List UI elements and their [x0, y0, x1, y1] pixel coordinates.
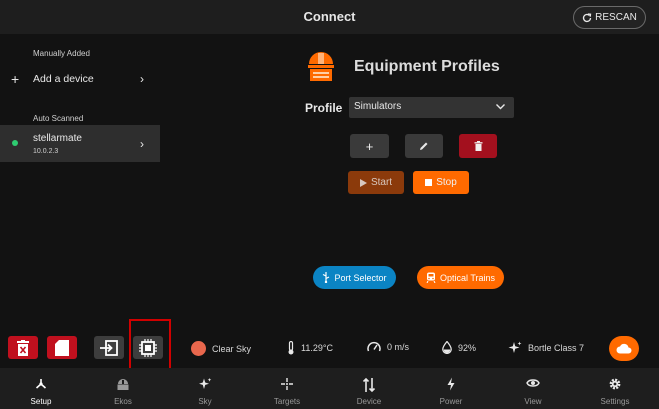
profile-label: Profile: [305, 101, 343, 115]
add-profile-button[interactable]: +: [350, 134, 389, 158]
start-label: Start: [370, 177, 393, 188]
login-icon: [100, 339, 118, 356]
nav-label: Power: [439, 397, 463, 406]
sparkle-icon: [199, 378, 212, 389]
login-button[interactable]: [94, 336, 124, 359]
device-item-stellarmate[interactable]: stellarmate 10.0.2.3 ›: [0, 125, 160, 162]
sparkle-icon: [508, 341, 522, 353]
bortle-value: Bortle Class 7: [528, 343, 585, 353]
nav-device[interactable]: Device: [328, 368, 410, 409]
sky-label: Clear Sky: [212, 343, 252, 354]
cloud-icon: [616, 343, 632, 354]
profile-selected-value: Simulators: [354, 101, 402, 112]
chevron-right-icon: ›: [140, 72, 144, 86]
wind-value: 0 m/s: [387, 342, 410, 352]
setup-icon: [35, 379, 47, 389]
bottom-nav: Setup Ekos Sky Targets Device Power View…: [0, 368, 659, 409]
wind-status: 0 m/s: [367, 341, 409, 353]
nav-targets[interactable]: Targets: [246, 368, 328, 409]
sd-card-button[interactable]: [47, 336, 77, 359]
humidity-value: 92%: [458, 342, 477, 353]
nav-label: Settings: [600, 397, 630, 406]
nav-setup[interactable]: Setup: [0, 368, 82, 409]
trash-icon: [474, 141, 482, 151]
nav-view[interactable]: View: [492, 368, 574, 409]
optical-trains-label: Optical Trains: [439, 272, 496, 283]
nav-label: View: [524, 397, 542, 406]
nav-power[interactable]: Power: [410, 368, 492, 409]
close-session-button[interactable]: [8, 336, 38, 359]
nav-sky[interactable]: Sky: [164, 368, 246, 409]
start-button[interactable]: Start: [348, 171, 404, 194]
stop-icon: [425, 179, 433, 186]
nav-ekos[interactable]: Ekos: [82, 368, 164, 409]
device-sidebar: Manually Added + Add a device › Auto Sca…: [0, 34, 160, 334]
chevron-right-icon: ›: [140, 137, 144, 151]
device-arrows-icon: [362, 377, 376, 393]
add-device-label: Add a device: [33, 73, 94, 85]
sky-condition-icon: [191, 341, 206, 356]
manual-section-label: Manually Added: [33, 49, 90, 58]
cloud-button[interactable]: [609, 336, 639, 361]
port-selector-button[interactable]: Port Selector: [313, 266, 396, 289]
temperature-status: 11.29°C: [287, 341, 333, 355]
sky-status: Clear Sky: [191, 341, 251, 356]
temperature-value: 11.29°C: [301, 343, 333, 353]
plus-icon: +: [11, 71, 20, 87]
crosshair-icon: [281, 378, 293, 390]
pencil-icon: [420, 142, 428, 150]
thermometer-icon: [288, 341, 294, 355]
edit-profile-button[interactable]: [405, 134, 443, 158]
nav-label: Sky: [198, 397, 212, 406]
nav-label: Setup: [30, 397, 52, 406]
sd-card-icon: [55, 339, 69, 356]
auto-section-label: Auto Scanned: [33, 114, 84, 123]
nav-label: Ekos: [114, 397, 132, 406]
add-device-item[interactable]: + Add a device ›: [0, 65, 160, 95]
observatory-icon: [308, 52, 334, 81]
ekos-icon: [117, 379, 129, 390]
header: Connect RESCAN: [0, 0, 659, 34]
usb-icon: [323, 272, 330, 283]
optical-trains-button[interactable]: Optical Trains: [417, 266, 504, 289]
train-icon: [426, 272, 436, 283]
speedometer-icon: [367, 341, 381, 352]
profile-select[interactable]: Simulators: [349, 97, 514, 118]
online-status-icon: [12, 140, 18, 146]
humidity-status: 92%: [442, 341, 476, 354]
delete-profile-button[interactable]: [459, 134, 497, 158]
stop-button[interactable]: Stop: [413, 171, 469, 194]
device-name: stellarmate: [33, 133, 82, 144]
nav-label: Targets: [273, 397, 301, 406]
refresh-icon: [583, 12, 592, 22]
page-title: Connect: [303, 9, 356, 24]
bolt-icon: [447, 377, 455, 391]
chevron-down-icon: [496, 104, 505, 110]
device-ip: 10.0.2.3: [33, 148, 59, 155]
selection-highlight: [129, 319, 171, 374]
delete-x-icon: [17, 339, 29, 356]
eye-icon: [526, 379, 540, 387]
equipment-profiles-title: Equipment Profiles: [354, 58, 500, 75]
port-selector-label: Port Selector: [334, 272, 387, 283]
play-icon: [359, 178, 367, 187]
plus-icon: +: [365, 138, 374, 154]
rescan-label: RESCAN: [595, 12, 637, 23]
gear-icon: [609, 378, 621, 390]
stop-label: Stop: [436, 177, 457, 188]
rescan-button[interactable]: RESCAN: [573, 6, 646, 29]
droplet-icon: [442, 341, 452, 354]
nav-label: Device: [356, 397, 382, 406]
bortle-status: Bortle Class 7: [508, 341, 584, 355]
nav-settings[interactable]: Settings: [574, 368, 656, 409]
